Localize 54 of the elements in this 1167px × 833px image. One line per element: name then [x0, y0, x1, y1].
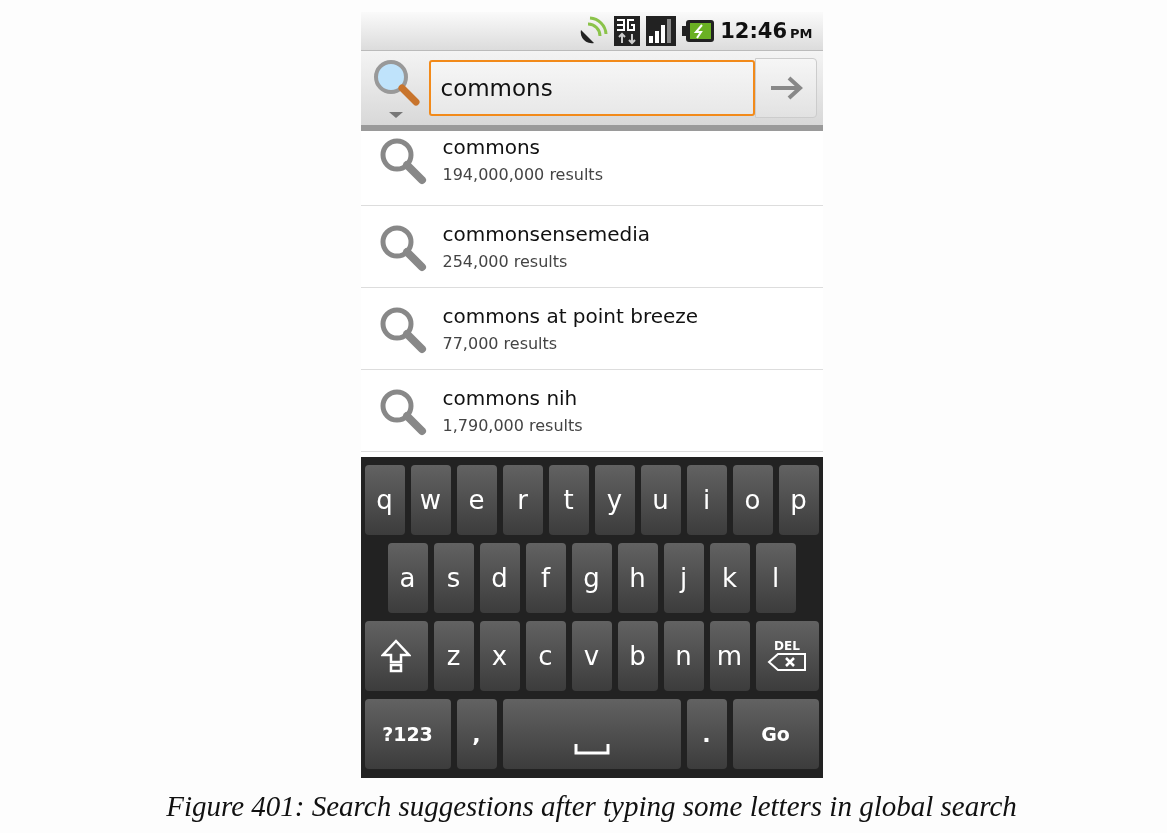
result-count: 194,000,000 results: [442, 165, 603, 184]
key[interactable]: b: [617, 621, 658, 691]
suggestion-title: commons nih: [442, 386, 579, 410]
key[interactable]: e: [456, 465, 497, 535]
clock-time: 12:46: [720, 19, 788, 43]
result-count: 254,000 results: [442, 252, 569, 271]
shift-arrow-icon: [381, 639, 411, 673]
key[interactable]: u: [640, 465, 681, 535]
key[interactable]: h: [617, 543, 658, 613]
space-icon: [573, 743, 610, 755]
result-count: 77,000 results: [442, 334, 559, 353]
signal-icon: [646, 16, 677, 46]
key[interactable]: n: [663, 621, 704, 691]
battery-icon: [682, 20, 715, 42]
result-count: 1,790,000 results: [442, 416, 583, 435]
backspace-icon: [767, 652, 807, 672]
key[interactable]: s: [433, 543, 474, 613]
key[interactable]: c: [525, 621, 566, 691]
suggestion-title: commonsensemedia: [442, 222, 651, 246]
delete-key[interactable]: DEL: [755, 621, 819, 691]
key[interactable]: j: [663, 543, 704, 613]
space-key[interactable]: [502, 699, 681, 769]
key[interactable]: m: [709, 621, 750, 691]
search-field[interactable]: commons: [428, 60, 755, 116]
key[interactable]: ,: [456, 699, 497, 769]
symbols-key[interactable]: ?123: [364, 699, 451, 769]
key[interactable]: y: [594, 465, 635, 535]
key[interactable]: f: [525, 543, 566, 613]
arrow-right-icon: [768, 76, 803, 100]
key[interactable]: d: [479, 543, 520, 613]
key[interactable]: x: [479, 621, 520, 691]
key[interactable]: q: [364, 465, 405, 535]
key[interactable]: i: [686, 465, 727, 535]
key[interactable]: o: [732, 465, 773, 535]
suggestion-title: commons at point breeze: [442, 304, 699, 328]
go-button[interactable]: [754, 58, 817, 118]
suggestion-title: commons: [442, 135, 542, 159]
key[interactable]: t: [548, 465, 589, 535]
key[interactable]: w: [410, 465, 451, 535]
go-key[interactable]: Go: [732, 699, 819, 769]
key[interactable]: l: [755, 543, 796, 613]
satellite-icon: [578, 16, 609, 46]
key[interactable]: a: [387, 543, 428, 613]
key[interactable]: p: [778, 465, 819, 535]
key[interactable]: v: [571, 621, 612, 691]
key[interactable]: k: [709, 543, 750, 613]
clock-meridiem: PM: [790, 26, 813, 41]
key[interactable]: g: [571, 543, 612, 613]
shift-key[interactable]: [364, 621, 428, 691]
key[interactable]: r: [502, 465, 543, 535]
key[interactable]: z: [433, 621, 474, 691]
key[interactable]: .: [686, 699, 727, 769]
3g-data-icon: [614, 16, 641, 46]
figure-caption: Figure 401: Search suggestions after typing some letters in global search: [166, 790, 1017, 823]
